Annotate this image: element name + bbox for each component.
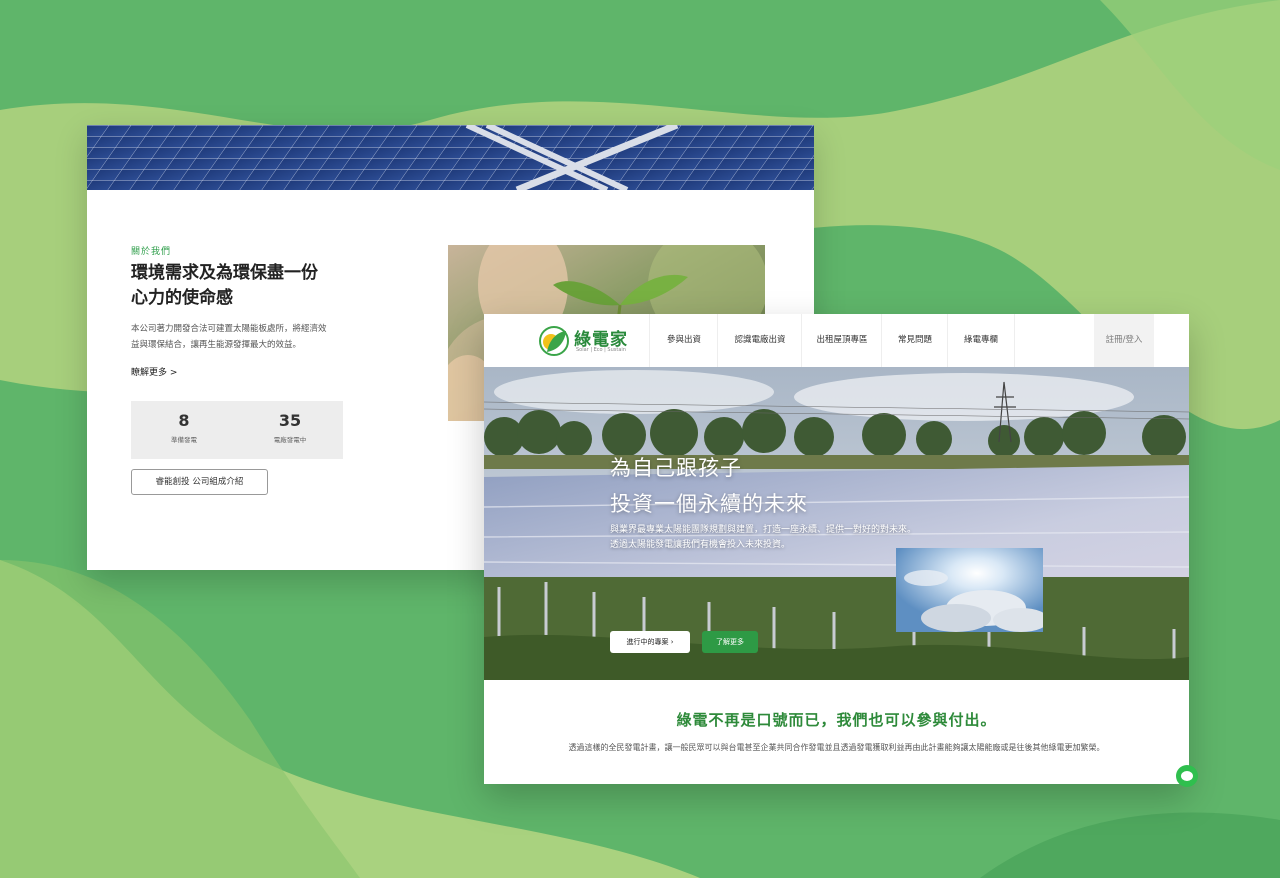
hero-title-line2: 投資一個永續的未來 xyxy=(610,492,808,516)
hero-title-line1: 為自己跟孩子 xyxy=(610,456,742,480)
chat-bubble-icon[interactable] xyxy=(1176,765,1198,787)
about-label: 關於我們 xyxy=(131,247,172,257)
stat-label: 準備發電 xyxy=(171,436,197,444)
website-preview: 綠電家 Solar | Eco | Sustain 參與出資 認識電廠出資 出租… xyxy=(484,314,1189,784)
about-title-line1: 環境需求及為環保盡一份 xyxy=(131,263,318,283)
about-title: 環境需求及為環保盡一份 心力的使命感 xyxy=(131,261,371,311)
nav-item-column[interactable]: 綠電專欄 xyxy=(947,314,1015,367)
stat-label: 電廠發電中 xyxy=(273,436,307,444)
nav-item-rooftop[interactable]: 出租屋頂專區 xyxy=(801,314,882,367)
hero-desc-line2: 透過太陽能發電讓我們有機會投入未來投資。 xyxy=(610,540,791,550)
hero-title: 為自己跟孩子 投資一個永續的未來 xyxy=(610,450,808,522)
solar-panel-banner xyxy=(87,125,814,190)
slogan-title: 綠電不再是口號而已，我們也可以參與付出。 xyxy=(676,711,997,729)
site-navbar: 綠電家 Solar | Eco | Sustain 參與出資 認識電廠出資 出租… xyxy=(484,314,1189,367)
stat-preparing: 8 準備發電 xyxy=(131,401,237,459)
company-intro-button[interactable]: 睿能創投 公司組成介紹 xyxy=(131,469,268,495)
about-title-line2: 心力的使命感 xyxy=(131,288,233,308)
stat-number: 35 xyxy=(278,411,302,430)
learn-more-link[interactable]: 瞭解更多 > xyxy=(131,365,177,378)
stat-generating: 35 電廠發電中 xyxy=(237,401,343,459)
nav-item-faq[interactable]: 常見問題 xyxy=(881,314,948,367)
stats-box: 8 準備發電 35 電廠發電中 xyxy=(131,401,343,459)
about-desc-line1: 本公司著力開發合法可建置太陽能板處所，將經濟效 xyxy=(131,324,327,334)
chat-icon xyxy=(1181,771,1193,781)
site-logo-subtitle: Solar | Eco | Sustain xyxy=(576,347,626,353)
about-description: 本公司著力開發合法可建置太陽能板處所，將經濟效 益與環保結合，讓再生能源發揮最大… xyxy=(131,321,351,353)
leaf-sun-logo-icon xyxy=(539,326,569,356)
login-button[interactable]: 註冊/登入 xyxy=(1094,314,1154,367)
about-desc-line2: 益與環保結合，讓再生能源發揮最大的效益。 xyxy=(131,340,302,350)
hero-banner: 為自己跟孩子 投資一個永續的未來 與業界最專業太陽能團隊規劃與建置，打造一座永續… xyxy=(484,367,1189,680)
learn-more-button[interactable]: 了解更多 xyxy=(702,631,758,653)
projects-button[interactable]: 進行中的專案 › xyxy=(610,631,690,653)
hero-desc-line1: 與業界最專業太陽能團隊規劃與建置，打造一座永續、提供一對好的對未來。 xyxy=(610,525,917,535)
nav-item-invest[interactable]: 參與出資 xyxy=(649,314,718,367)
hero-description: 與業界最專業太陽能團隊規劃與建置，打造一座永續、提供一對好的對未來。 透過太陽能… xyxy=(610,523,916,553)
nav-item-plant-invest[interactable]: 認識電廠出資 xyxy=(717,314,802,367)
slogan-description: 透過這樣的全民發電計畫，讓一般民眾可以與台電甚至企業共同合作發電並且透過發電獲取… xyxy=(568,743,1105,752)
stat-number: 8 xyxy=(178,411,190,430)
sky-photo xyxy=(896,548,1043,632)
